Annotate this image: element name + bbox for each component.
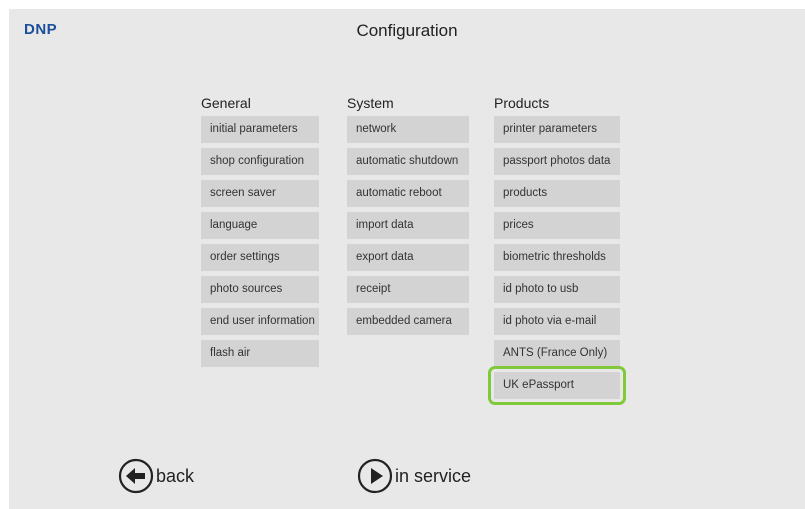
- general-heading: General: [201, 95, 251, 111]
- biometric-thresholds-button[interactable]: biometric thresholds: [494, 244, 620, 271]
- back-label: back: [156, 465, 195, 486]
- embedded-camera-button[interactable]: embedded camera: [347, 308, 469, 335]
- general-column: General initial parameters shop configur…: [201, 94, 319, 372]
- system-heading: System: [347, 95, 394, 111]
- products-column: Products printer parameters passport pho…: [488, 94, 626, 405]
- passport-photos-data-button[interactable]: passport photos data: [494, 148, 620, 175]
- uk-epassport-button[interactable]: UK ePassport: [488, 366, 626, 405]
- import-data-button[interactable]: import data: [347, 212, 469, 239]
- photo-sources-button[interactable]: photo sources: [201, 276, 319, 303]
- config-screen: DNP Configuration General initial parame…: [9, 9, 805, 509]
- shop-configuration-button[interactable]: shop configuration: [201, 148, 319, 175]
- back-arrow-icon: [118, 458, 154, 494]
- end-user-information-button[interactable]: end user information: [201, 308, 319, 335]
- flash-air-button[interactable]: flash air: [201, 340, 319, 367]
- order-settings-button[interactable]: order settings: [201, 244, 319, 271]
- initial-parameters-button[interactable]: initial parameters: [201, 116, 319, 143]
- id-photo-to-usb-button[interactable]: id photo to usb: [494, 276, 620, 303]
- export-data-button[interactable]: export data: [347, 244, 469, 271]
- back-button[interactable]: back: [118, 458, 194, 494]
- receipt-button[interactable]: receipt: [347, 276, 469, 303]
- ants-france-only-button[interactable]: ANTS (France Only): [494, 340, 620, 367]
- prices-button[interactable]: prices: [494, 212, 620, 239]
- products-button[interactable]: products: [494, 180, 620, 207]
- products-heading: Products: [494, 95, 550, 111]
- id-photo-via-email-button[interactable]: id photo via e-mail: [494, 308, 620, 335]
- language-button[interactable]: language: [201, 212, 319, 239]
- page-title: Configuration: [356, 21, 458, 40]
- in-service-label: in service: [395, 465, 472, 486]
- automatic-shutdown-button[interactable]: automatic shutdown: [347, 148, 469, 175]
- network-button[interactable]: network: [347, 116, 469, 143]
- in-service-button[interactable]: in service: [357, 458, 471, 494]
- automatic-reboot-button[interactable]: automatic reboot: [347, 180, 469, 207]
- screen-saver-button[interactable]: screen saver: [201, 180, 319, 207]
- play-icon: [357, 458, 393, 494]
- system-column: System network automatic shutdown automa…: [347, 94, 469, 340]
- printer-parameters-button[interactable]: printer parameters: [494, 116, 620, 143]
